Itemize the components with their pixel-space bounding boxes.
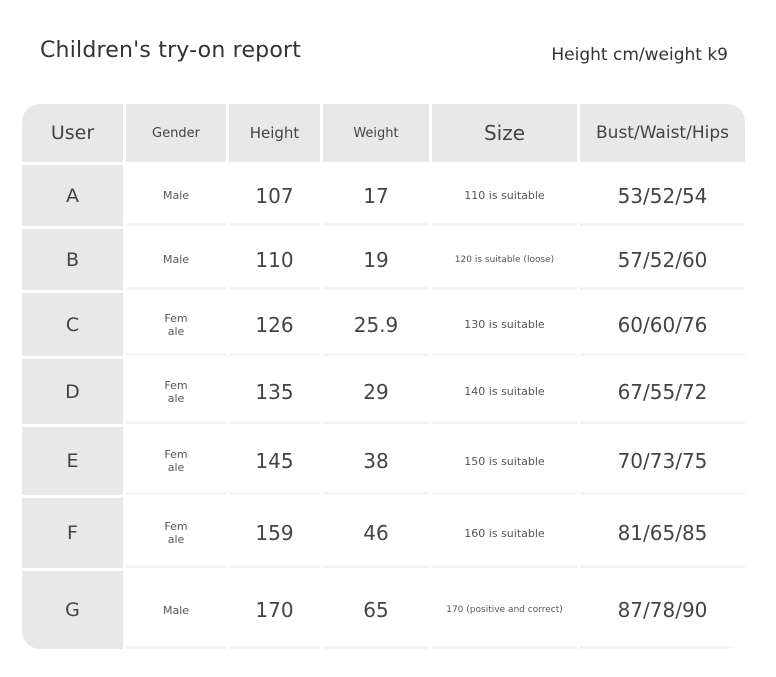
cell-gender: Fem ale (126, 498, 226, 568)
cell-weight: 38 (323, 427, 429, 495)
unit-label: Height cm/weight k9 (551, 45, 728, 65)
cell-size: 110 is suitable (432, 165, 577, 226)
cell-gender: Fem ale (126, 359, 226, 424)
cell-height: 107 (229, 165, 320, 226)
header-height: Height (229, 104, 320, 162)
cell-gender: Fem ale (126, 427, 226, 495)
cell-weight: 17 (323, 165, 429, 226)
cell-weight: 29 (323, 359, 429, 424)
cell-weight: 19 (323, 229, 429, 290)
cell-size: 120 is suitable (loose) (432, 229, 577, 290)
cell-user: E (22, 427, 123, 495)
cell-user: A (22, 165, 123, 226)
cell-measurements: 70/73/75 (580, 427, 745, 495)
cell-size: 130 is suitable (432, 293, 577, 356)
cell-user: D (22, 359, 123, 424)
cell-height: 170 (229, 571, 320, 649)
header-weight: Weight (323, 104, 429, 162)
header-user: User (22, 104, 123, 162)
cell-weight: 46 (323, 498, 429, 568)
cell-weight: 65 (323, 571, 429, 649)
cell-height: 145 (229, 427, 320, 495)
try-on-table: User Gender Height Weight Size Bust/Waist/Hip… (22, 104, 745, 649)
cell-user: B (22, 229, 123, 290)
cell-measurements: 60/60/76 (580, 293, 745, 356)
cell-size: 170 (positive and correct) (432, 571, 577, 649)
cell-gender: Male (126, 571, 226, 649)
cell-gender: Male (126, 229, 226, 290)
cell-measurements: 67/55/72 (580, 359, 745, 424)
cell-user: F (22, 498, 123, 568)
cell-height: 135 (229, 359, 320, 424)
report-title: Children's try-on report (40, 38, 302, 63)
cell-measurements: 81/65/85 (580, 498, 745, 568)
cell-weight: 25.9 (323, 293, 429, 356)
cell-user: G (22, 571, 123, 649)
cell-height: 126 (229, 293, 320, 356)
cell-gender: Male (126, 165, 226, 226)
cell-user: C (22, 293, 123, 356)
cell-size: 140 is suitable (432, 359, 577, 424)
cell-height: 159 (229, 498, 320, 568)
header-gender: Gender (126, 104, 226, 162)
header-size: Size (432, 104, 577, 162)
cell-height: 110 (229, 229, 320, 290)
cell-measurements: 53/52/54 (580, 165, 745, 226)
cell-measurements: 87/78/90 (580, 571, 745, 649)
cell-size: 160 is suitable (432, 498, 577, 568)
cell-size: 150 is suitable (432, 427, 577, 495)
header-bust-waist-hips: Bust/Waist/Hips (580, 104, 745, 162)
cell-measurements: 57/52/60 (580, 229, 745, 290)
cell-gender: Fem ale (126, 293, 226, 356)
